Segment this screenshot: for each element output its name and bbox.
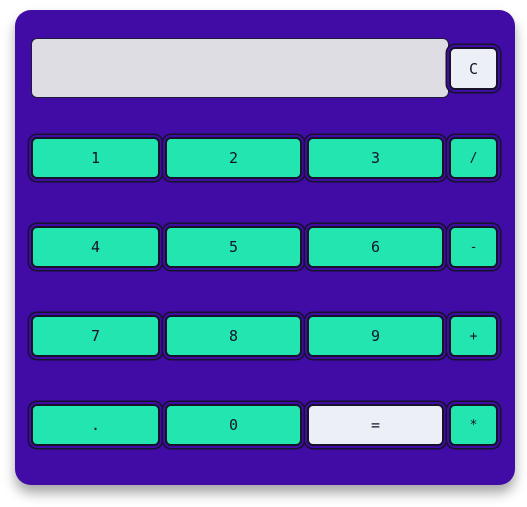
multiply-label: *	[469, 417, 478, 433]
digit-9-label: 9	[370, 327, 381, 345]
digit-1-button[interactable]: 1	[31, 137, 160, 179]
divide-button[interactable]: /	[449, 137, 498, 179]
decimal-label: .	[90, 416, 101, 434]
plus-label: +	[469, 328, 478, 344]
minus-label: -	[469, 239, 478, 255]
digit-6-label: 6	[370, 238, 381, 256]
digit-3-label: 3	[370, 149, 381, 167]
digit-0-label: 0	[228, 416, 239, 434]
multiply-button[interactable]: *	[449, 404, 498, 446]
plus-button[interactable]: +	[449, 315, 498, 357]
digit-5-label: 5	[228, 238, 239, 256]
digit-3-button[interactable]: 3	[307, 137, 444, 179]
clear-label: C	[468, 59, 479, 78]
equals-label: =	[370, 416, 381, 434]
calculator: C 1 2 3 / 4 5 6 - 7 8 9 + . 0 = *	[15, 10, 515, 485]
digit-1-label: 1	[90, 149, 101, 167]
digit-7-button[interactable]: 7	[31, 315, 160, 357]
digit-2-button[interactable]: 2	[165, 137, 302, 179]
clear-button[interactable]: C	[449, 47, 498, 90]
digit-8-label: 8	[228, 327, 239, 345]
digit-7-label: 7	[90, 327, 101, 345]
digit-0-button[interactable]: 0	[165, 404, 302, 446]
decimal-button[interactable]: .	[31, 404, 160, 446]
minus-button[interactable]: -	[449, 226, 498, 268]
digit-6-button[interactable]: 6	[307, 226, 444, 268]
calculator-display	[31, 38, 449, 98]
digit-5-button[interactable]: 5	[165, 226, 302, 268]
divide-label: /	[469, 150, 478, 166]
digit-9-button[interactable]: 9	[307, 315, 444, 357]
digit-4-button[interactable]: 4	[31, 226, 160, 268]
digit-4-label: 4	[90, 238, 101, 256]
digit-2-label: 2	[228, 149, 239, 167]
digit-8-button[interactable]: 8	[165, 315, 302, 357]
equals-button[interactable]: =	[307, 404, 444, 446]
